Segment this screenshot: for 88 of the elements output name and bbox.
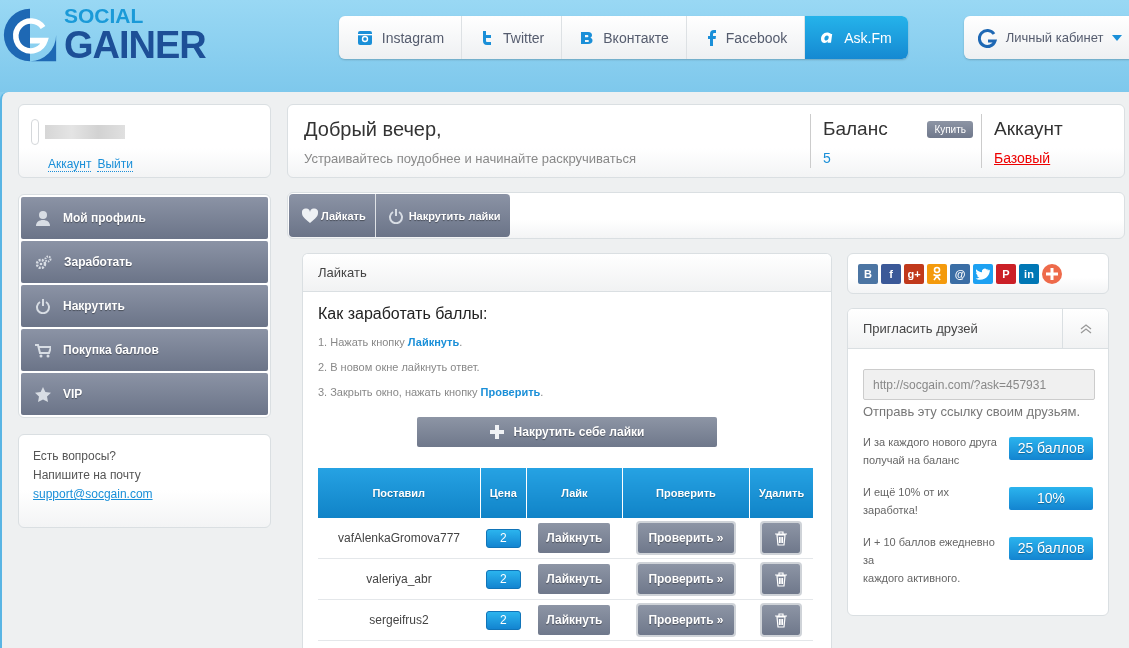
- like-button[interactable]: Лайкнуть: [538, 605, 611, 635]
- check-button[interactable]: Проверить »: [637, 523, 734, 553]
- avatar: [31, 119, 39, 145]
- power-icon: [387, 207, 404, 224]
- greeting-subtitle: Устраивайтесь поудобнее и начинайте раскручиваться: [304, 151, 638, 166]
- share-button[interactable]: @: [950, 263, 970, 284]
- table-cell: sergeifrus2: [318, 599, 480, 641]
- b-letter-icon: [580, 29, 595, 46]
- action-tab[interactable]: Накрутить лайки: [375, 194, 510, 237]
- price-badge: 2: [485, 528, 521, 548]
- balance-title: Баланс: [823, 118, 888, 140]
- column-header: Поставил: [318, 468, 480, 518]
- reward-badge: 25 баллов: [1009, 537, 1093, 560]
- column-header: Удалить: [749, 468, 813, 518]
- delete-button[interactable]: [762, 605, 801, 635]
- panel-header: Лайкать: [303, 254, 831, 292]
- logo-icon: [977, 27, 998, 48]
- price-badge: 2: [485, 610, 521, 630]
- camera-icon: [356, 29, 373, 46]
- balance-value: 5: [823, 150, 832, 166]
- trash-icon: [775, 530, 788, 546]
- instruction-step: 1. Нажать кнопку Лайкнуть.: [318, 330, 816, 355]
- share-button[interactable]: [927, 263, 947, 284]
- account-type-link[interactable]: Базовый: [994, 150, 1051, 166]
- cabinet-dropdown[interactable]: Личный кабинет: [963, 16, 1129, 59]
- account-title: Аккаунт: [994, 118, 1064, 140]
- help-text: Напишите на почту: [33, 467, 142, 484]
- delete-button[interactable]: [762, 523, 801, 553]
- instruction-step: 3. Закрыть окно, нажать кнопку Проверить.: [318, 380, 816, 405]
- reward-badge: 25 баллов: [1009, 437, 1093, 460]
- reward-text: И ещё 10% от их заработка!: [863, 485, 950, 518]
- trash-icon: [775, 571, 788, 587]
- nav-tab[interactable]: Twitter: [462, 16, 563, 59]
- double-chevron-up-icon: [1079, 323, 1092, 334]
- check-button[interactable]: Проверить »: [637, 564, 734, 594]
- sidebar-item[interactable]: Покупка баллов: [21, 329, 268, 371]
- heart-icon: [302, 208, 318, 223]
- user-icon: [35, 210, 51, 226]
- greeting-title: Добрый вечер,: [304, 118, 443, 141]
- sidebar-item[interactable]: Заработать: [21, 241, 268, 283]
- reward-badge: 10%: [1009, 487, 1093, 510]
- nav-tab[interactable]: Ask.Fm: [805, 16, 908, 59]
- logo-icon: [2, 6, 58, 63]
- logo-text: SOCIAL: [64, 5, 145, 26]
- sidebar-item[interactable]: VIP: [21, 373, 268, 415]
- invite-hint: Отправь эту ссылку своим друзьям.: [863, 404, 1082, 419]
- share-button[interactable]: f: [881, 263, 901, 284]
- share-button[interactable]: P: [996, 263, 1016, 284]
- logo-text: GAINER: [64, 26, 206, 64]
- sidebar-item[interactable]: Мой профиль: [21, 197, 268, 239]
- share-button[interactable]: B: [858, 263, 878, 284]
- help-text: Есть вопросы?: [33, 448, 117, 465]
- invite-title: Пригласить друзей: [862, 320, 979, 338]
- column-header: Проверить: [622, 468, 750, 518]
- referral-link-field[interactable]: http://socgain.com/?ask=457931: [863, 369, 1095, 400]
- buy-button[interactable]: Купить: [927, 120, 973, 138]
- star-icon: [35, 386, 51, 402]
- check-button[interactable]: Проверить »: [637, 605, 734, 635]
- account-link[interactable]: Аккаунт: [48, 157, 92, 172]
- price-badge: 2: [485, 569, 521, 589]
- like-button[interactable]: Лайкнуть: [538, 564, 611, 594]
- table-cell: valeriya_abr: [318, 558, 480, 600]
- delete-button[interactable]: [762, 564, 801, 594]
- plus-icon: [489, 425, 504, 439]
- table-cell: vafAlenkaGromova777: [318, 518, 480, 559]
- boost-likes-button[interactable]: Накрутить себе лайки: [417, 417, 717, 447]
- instructions-heading: Как заработать баллы:: [318, 305, 489, 323]
- sidebar-item[interactable]: Накрутить: [21, 285, 268, 327]
- share-button[interactable]: g+: [904, 263, 924, 284]
- gears-icon: [35, 255, 52, 269]
- like-button[interactable]: Лайкнуть: [538, 523, 611, 553]
- reward-text: И + 10 баллов ежедневно за каждого активного.: [863, 535, 996, 586]
- share-button[interactable]: [973, 263, 993, 284]
- share-button[interactable]: [1042, 263, 1062, 284]
- action-tab[interactable]: Лайкать: [289, 194, 376, 237]
- account-link[interactable]: Выйти: [97, 157, 133, 172]
- reward-text: И за каждого нового друга получай на баланс: [863, 435, 998, 468]
- caret-icon: [1111, 34, 1122, 41]
- nav-tab[interactable]: Вконтакте: [562, 16, 687, 59]
- trash-icon: [775, 612, 788, 628]
- email-link[interactable]: support@socgain.com: [33, 487, 153, 501]
- nav-tab[interactable]: Instagram: [338, 16, 463, 59]
- cart-icon: [35, 342, 51, 358]
- column-header: Лайк: [526, 468, 623, 518]
- column-header: Цена: [480, 468, 527, 518]
- share-button[interactable]: in: [1019, 263, 1039, 284]
- power-icon: [35, 298, 51, 314]
- instruction-step: 2. В новом окне лайкнуть ответ.: [318, 355, 816, 380]
